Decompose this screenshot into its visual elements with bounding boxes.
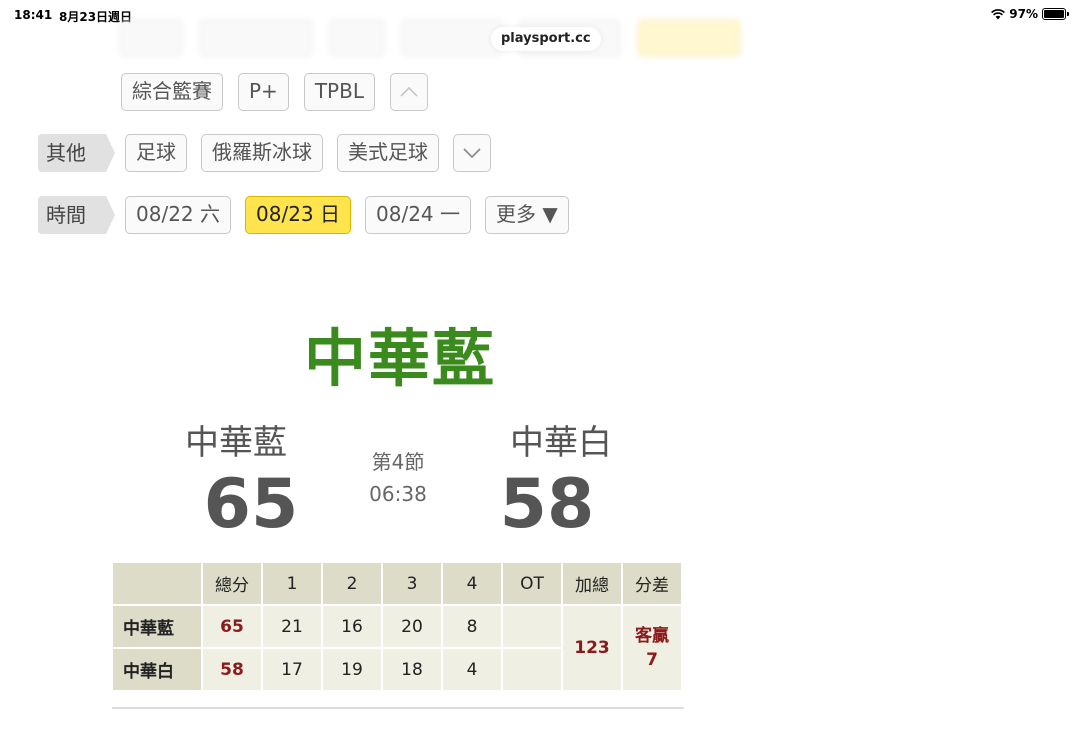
header-team [111,561,203,606]
row-q4: 4 [441,647,503,692]
row-q2: 16 [321,604,383,649]
btn-american-football[interactable]: 美式足球 [337,134,439,172]
btn-tpbl[interactable]: TPBL [303,73,375,111]
chevron-down-icon [463,148,481,158]
row-total: 65 [201,604,263,649]
time-row: 時間 08/22 六 08/23 日 08/24 一 更多 ▼ [38,196,569,234]
game-period: 第4節 [371,450,425,474]
header-diff: 分差 [621,561,683,606]
header-q1: 1 [261,561,323,606]
row-q1: 21 [261,604,323,649]
diff-value: 7 [646,650,658,670]
home-team-name: 中華藍 [185,423,287,463]
basketball-row: 綜合籃賽 P+ TPBL [121,73,428,111]
row-ot [501,647,563,692]
chevron-up-icon [400,87,418,97]
header-q4: 4 [441,561,503,606]
time-tag: 時間 [38,196,115,234]
score-table: 總分 1 2 3 4 OT 加總 分差 中華藍 65 21 16 20 8 12… [111,561,683,692]
more-dates-button[interactable]: 更多 ▼ [485,196,569,234]
btn-khl[interactable]: 俄羅斯冰球 [201,134,323,172]
header-ot: OT [501,561,563,606]
btn-football[interactable]: 足球 [125,134,187,172]
btn-p-plus[interactable]: P+ [238,73,289,111]
status-right: 97% [991,7,1069,21]
date-button-0824[interactable]: 08/24 一 [365,196,471,234]
header-q2: 2 [321,561,383,606]
match-title: 中華藍 [303,322,496,395]
date-button-0823[interactable]: 08/23 日 [245,196,351,234]
row-total: 58 [201,647,263,692]
row-team-name: 中華白 [111,647,203,692]
row-q4: 8 [441,604,503,649]
table-header-row: 總分 1 2 3 4 OT 加總 分差 [111,561,683,606]
header-sum: 加總 [561,561,623,606]
table-row: 中華藍 65 21 16 20 8 123 客贏 7 [111,604,683,692]
date-button-0822[interactable]: 08/22 六 [125,196,231,234]
btn-general-basketball[interactable]: 綜合籃賽 [121,73,223,111]
diff-label: 客贏 [635,626,669,646]
battery-percent: 97% [1009,7,1038,21]
status-time: 18:41 [14,8,53,22]
url-pill[interactable]: playsport.cc [491,27,601,51]
row-q1: 17 [261,647,323,692]
row-q2: 19 [321,647,383,692]
row-q3: 18 [381,647,443,692]
game-clock: 06:38 [369,482,427,506]
row-ot [501,604,563,649]
score-difference: 客贏 7 [621,604,683,692]
expand-button[interactable] [453,134,491,172]
header-total: 總分 [201,561,263,606]
home-team-score: 65 [203,465,299,544]
divider [112,707,684,709]
battery-icon [1042,8,1069,20]
collapse-button[interactable] [389,73,428,111]
other-tag: 其他 [38,134,115,172]
row-team-name: 中華藍 [111,604,203,649]
wifi-icon [991,8,1006,19]
away-team-name: 中華白 [510,423,612,463]
combined-total: 123 [561,604,623,692]
away-team-score: 58 [499,465,595,544]
header-q3: 3 [381,561,443,606]
row-q3: 20 [381,604,443,649]
other-row: 其他 足球 俄羅斯冰球 美式足球 [38,134,491,172]
blurred-nav-row [120,20,740,56]
